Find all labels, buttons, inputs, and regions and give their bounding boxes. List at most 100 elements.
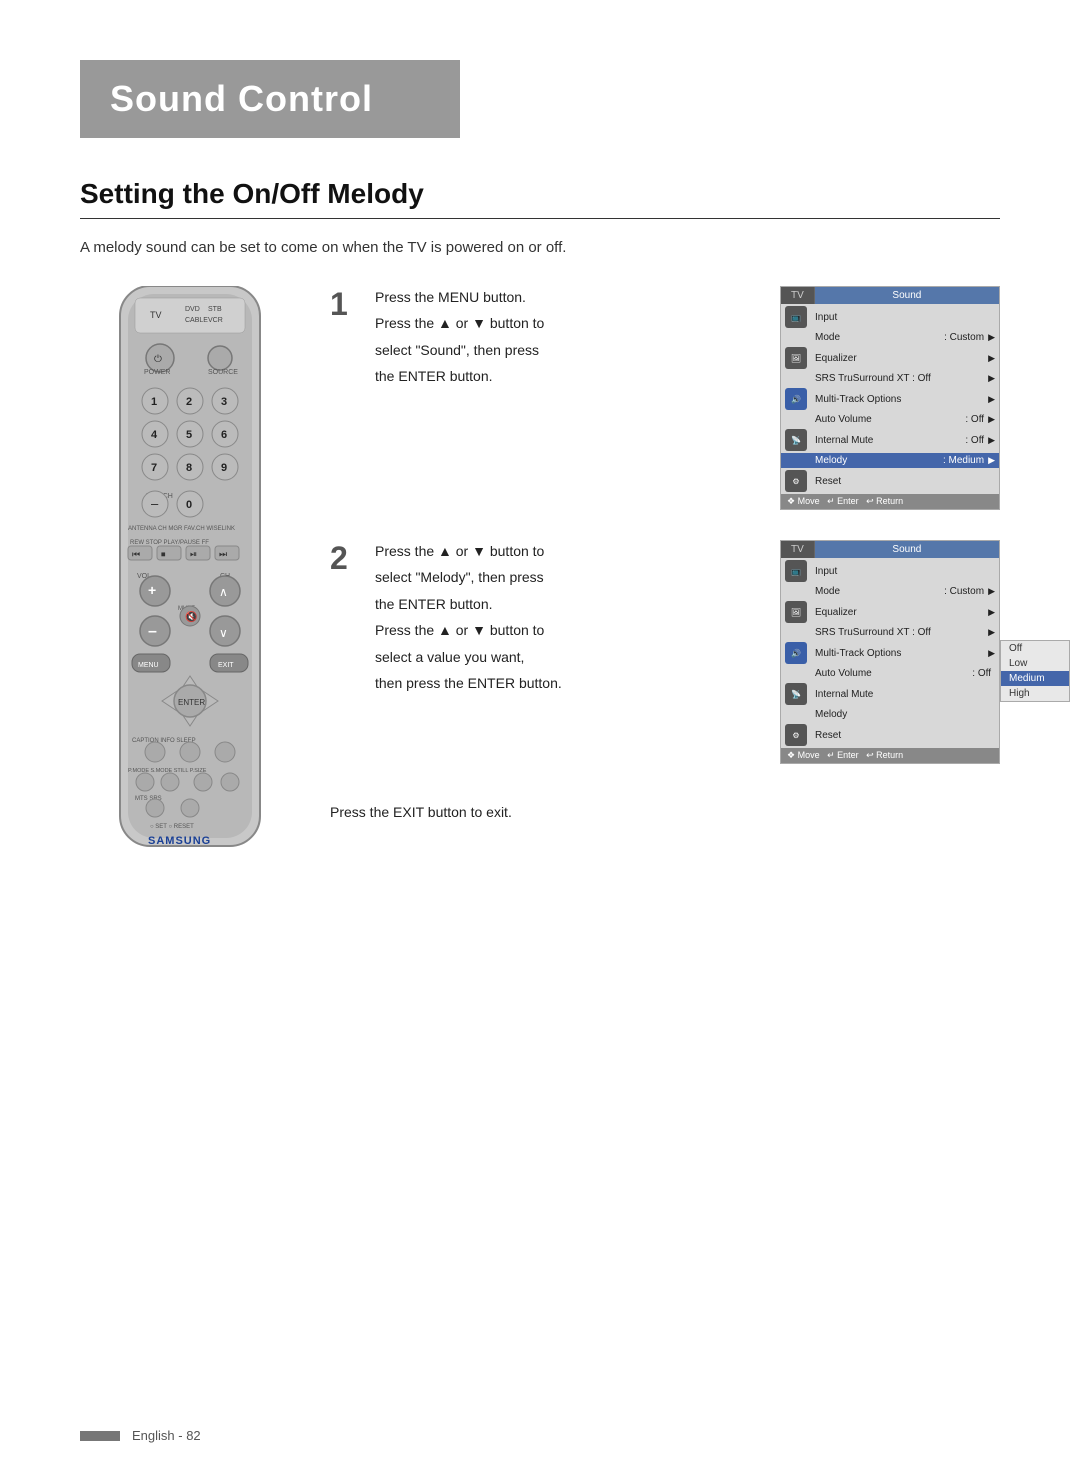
svg-text:DVD: DVD — [185, 306, 200, 313]
picture-icon-2: 🖼 — [785, 601, 807, 623]
input-icon: 📺 — [785, 306, 807, 328]
tv-menu-2-footer: ❖ Move ↵ Enter ↩ Return — [781, 748, 999, 763]
setup-icon: ⚙ — [785, 470, 807, 492]
menu2-picture-row: 🖼 Equalizer ▶ — [781, 599, 999, 625]
step-1-text: Press the MENU button. Press the ▲ or ▼ … — [375, 286, 760, 392]
tv-menu-1: TV Sound 📺 Input Mode — [780, 286, 1000, 510]
svg-text:⏭: ⏭ — [219, 549, 227, 559]
menu1-srs-label: SRS TruSurround XT : Off — [815, 373, 988, 384]
steps-area: 1 Press the MENU button. Press the ▲ or … — [330, 286, 1000, 866]
step-1-number: 1 — [330, 288, 355, 320]
svg-text:∨: ∨ — [219, 626, 228, 640]
section-title: Setting the On/Off Melody — [80, 178, 1000, 219]
svg-text:4: 4 — [151, 429, 158, 441]
menu1-channel-row: 📡 Internal Mute : Off ▶ — [781, 427, 999, 453]
exit-step: Press the EXIT button to exit. — [330, 804, 1000, 820]
menu1-multitrack-label: Multi-Track Options — [815, 394, 988, 405]
svg-text:+: + — [148, 582, 156, 598]
svg-text:8: 8 — [186, 462, 192, 474]
svg-text:⏮: ⏮ — [132, 549, 140, 559]
submenu-dropdown: Off Low Medium High — [1000, 640, 1070, 702]
svg-text:VCR: VCR — [208, 317, 223, 324]
channel-icon: 📡 — [785, 429, 807, 451]
submenu-off: Off — [1001, 641, 1069, 656]
menu1-melody-value: : Medium — [943, 455, 984, 466]
svg-text:POWER: POWER — [144, 369, 170, 376]
page-footer: English - 82 — [80, 1428, 201, 1443]
menu2-setup-row: ⚙ Reset — [781, 722, 999, 748]
menu1-melody-row: Melody : Medium ▶ — [781, 453, 999, 468]
svg-text:STB: STB — [208, 306, 222, 313]
menu1-autovol-label: Auto Volume — [815, 414, 965, 425]
svg-text:SAMSUNG: SAMSUNG — [148, 835, 211, 847]
step-2-text: Press the ▲ or ▼ button to select "Melod… — [375, 540, 760, 698]
tv-menu-2-body: 📺 Input Mode : Custom ▶ — [781, 558, 999, 748]
svg-text:1: 1 — [151, 396, 157, 408]
menu2-input-row: 📺 Input — [781, 558, 999, 584]
menu1-picture-row: 🖼 Equalizer ▶ — [781, 345, 999, 371]
description-text: A melody sound can be set to come on whe… — [80, 239, 1000, 256]
tv-menu-2-wrapper: TV Sound 📺 Input Mode — [780, 540, 1000, 764]
menu1-mute-value: : Off — [965, 435, 984, 446]
svg-text:REW STOP PLAY/PAUSE FF: REW STOP PLAY/PAUSE FF — [130, 540, 209, 546]
footer-text: English - 82 — [132, 1428, 201, 1443]
channel-icon-2: 📡 — [785, 683, 807, 705]
menu1-reset-label: Reset — [815, 476, 995, 487]
menu1-srs-row: SRS TruSurround XT : Off ▶ — [781, 371, 999, 386]
svg-text:TV: TV — [150, 310, 162, 320]
menu1-mode-value: : Custom — [944, 332, 984, 343]
page-title: Sound Control — [110, 78, 430, 120]
svg-text:9: 9 — [221, 462, 227, 474]
menu2-autovol-row: Auto Volume : Off — [781, 666, 999, 681]
menu2-srs-row: SRS TruSurround XT : Off ▶ — [781, 625, 999, 640]
sound-tab-2: Sound — [815, 541, 999, 558]
menu1-sound-row: 🔊 Multi-Track Options ▶ — [781, 386, 999, 412]
main-content: TV DVD STB CABLE VCR ⏻ POWER SOURCE 1 2 — [80, 286, 1000, 866]
menu2-melody-row: Melody — [781, 707, 999, 722]
menu2-sound-row: 🔊 Multi-Track Options ▶ — [781, 640, 999, 666]
svg-text:5: 5 — [186, 429, 192, 441]
step-2-row: 2 Press the ▲ or ▼ button to select "Mel… — [330, 540, 1000, 764]
footer-bar — [80, 1431, 120, 1441]
svg-text:6: 6 — [221, 429, 227, 441]
menu2-channel-row: 📡 Internal Mute — [781, 681, 999, 707]
sound-icon: 🔊 — [785, 388, 807, 410]
svg-text:○ SET ○ RESET: ○ SET ○ RESET — [150, 824, 194, 830]
menu1-melody-label: Melody — [815, 455, 943, 466]
svg-text:CABLE: CABLE — [185, 317, 208, 324]
step-2-number: 2 — [330, 542, 355, 574]
remote-svg: TV DVD STB CABLE VCR ⏻ POWER SOURCE 1 2 — [90, 286, 290, 866]
svg-text:⏹: ⏹ — [161, 549, 166, 559]
tv-label-2: TV — [781, 541, 815, 558]
menu1-mode-text: Mode — [815, 332, 944, 343]
step-1-row: 1 Press the MENU button. Press the ▲ or … — [330, 286, 1000, 510]
tv-menu-2-header: TV Sound — [781, 541, 999, 558]
menu1-input-row: 📺 Input — [781, 304, 999, 330]
tv-menu-1-header: TV Sound — [781, 287, 999, 304]
svg-text:MENU: MENU — [138, 662, 159, 669]
svg-text:–: – — [148, 623, 157, 640]
svg-text:∧: ∧ — [219, 585, 228, 599]
exit-text: Press the EXIT button to exit. — [330, 804, 1000, 820]
tv-label-1: TV — [781, 287, 815, 304]
tv-menu-1-body: 📺 Input Mode : Custom ▶ — [781, 304, 999, 494]
menu1-equalizer-label: Equalizer — [815, 353, 988, 364]
svg-text:2: 2 — [186, 396, 192, 408]
submenu-high: High — [1001, 686, 1069, 701]
menu1-footer-text: ❖ Move ↵ Enter ↩ Return — [787, 496, 903, 507]
remote-control: TV DVD STB CABLE VCR ⏻ POWER SOURCE 1 2 — [80, 286, 300, 866]
menu1-autovol-value: : Off — [965, 414, 984, 425]
menu1-mode-label: Input — [815, 312, 995, 323]
sound-tab-1: Sound — [815, 287, 999, 304]
menu2-mode-row: Mode : Custom ▶ — [781, 584, 999, 599]
svg-text:–: – — [151, 496, 159, 511]
svg-text:ENTER: ENTER — [178, 698, 205, 707]
menu1-mute-label: Internal Mute — [815, 435, 965, 446]
menu1-mode-label-area: Input — [811, 311, 999, 324]
menu1-autovol-row: Auto Volume : Off ▶ — [781, 412, 999, 427]
tv-menu-1-footer: ❖ Move ↵ Enter ↩ Return — [781, 494, 999, 509]
svg-text:🔇: 🔇 — [185, 610, 197, 623]
picture-icon: 🖼 — [785, 347, 807, 369]
menu2-footer-text: ❖ Move ↵ Enter ↩ Return — [787, 750, 903, 761]
svg-text:3: 3 — [221, 396, 227, 408]
